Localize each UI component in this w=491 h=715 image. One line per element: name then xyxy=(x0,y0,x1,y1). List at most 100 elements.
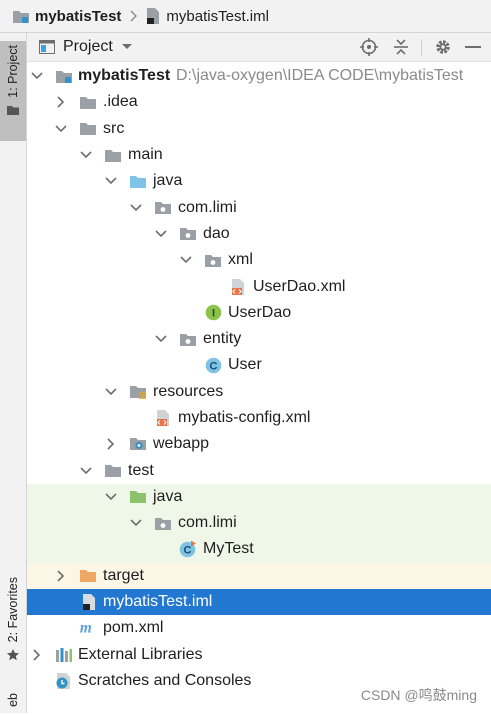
web-tool-tab[interactable]: eb xyxy=(0,693,26,715)
interface-icon: I xyxy=(204,304,222,322)
tree-item-test[interactable]: test xyxy=(27,457,491,483)
chevron-down-icon[interactable] xyxy=(180,254,192,266)
locate-icon[interactable] xyxy=(355,33,383,61)
favorites-tool-tab-label: 2: Favorites xyxy=(6,577,20,643)
module-folder-icon xyxy=(13,11,29,23)
breadcrumb-project[interactable]: mybatisTest xyxy=(0,0,121,32)
tree-item-java-main[interactable]: java xyxy=(27,168,491,194)
tree-item-idea[interactable]: .idea xyxy=(27,89,491,115)
tree-item-label: mybatisTest.iml xyxy=(103,593,213,611)
csdn-watermark: CSDN @鸣鼓ming xyxy=(360,687,477,703)
tree-item-mybatistest[interactable]: mybatisTest D:\java-oxygen\IDEA CODE\myb… xyxy=(27,63,491,89)
breadcrumb-project-label: mybatisTest xyxy=(35,7,122,25)
chevron-down-icon[interactable] xyxy=(130,517,142,529)
tree-item-main[interactable]: main xyxy=(27,142,491,168)
chevron-right-icon[interactable] xyxy=(55,96,67,109)
package-icon xyxy=(204,251,222,269)
tree-item-pom-xml[interactable]: m pom.xml xyxy=(27,615,491,641)
libraries-icon xyxy=(55,646,73,664)
web-tool-tab-label: eb xyxy=(6,693,20,707)
tree-item-user[interactable]: C User xyxy=(27,352,491,378)
header-divider xyxy=(421,39,422,56)
tree-item-label: UserDao.xml xyxy=(253,277,346,295)
svg-text:C: C xyxy=(209,361,217,373)
svg-text:m: m xyxy=(80,620,92,636)
tree-item-label: webapp xyxy=(153,435,210,453)
module-folder-icon xyxy=(55,67,73,85)
tree-item-userdao-xml[interactable]: UserDao.xml xyxy=(27,273,491,299)
iml-file-icon xyxy=(80,593,98,611)
source-root-folder-icon xyxy=(129,172,147,190)
tree-item-label: mybatisTest xyxy=(78,67,171,85)
tree-item-src[interactable]: src xyxy=(27,116,491,142)
tree-item-label: entity xyxy=(203,330,242,348)
tree-item-mytest[interactable]: C MyTest xyxy=(27,536,491,563)
resources-folder-icon xyxy=(129,383,147,401)
breadcrumb-file[interactable]: mybatisTest.iml xyxy=(141,0,269,32)
tree-item-label: target xyxy=(103,566,144,584)
tree-item-com-limi-test[interactable]: com.limi xyxy=(27,510,491,537)
tree-item-label: src xyxy=(103,119,125,137)
tree-item-java-test[interactable]: java xyxy=(27,483,491,511)
breadcrumb: mybatisTest mybatisTest.iml xyxy=(0,0,491,33)
tree-item-resources[interactable]: resources xyxy=(27,379,491,405)
scratches-icon xyxy=(55,672,73,690)
chevron-right-icon[interactable] xyxy=(105,438,117,450)
tree-item-mybatis-config-xml[interactable]: mybatis-config.xml xyxy=(27,405,491,431)
tree-item-label: UserDao xyxy=(228,303,292,321)
tree-item-label: mybatis-config.xml xyxy=(178,409,311,426)
chevron-down-icon[interactable] xyxy=(31,70,43,82)
hide-icon[interactable] xyxy=(459,33,487,61)
project-tool-tab-label: 1: Project xyxy=(6,45,20,98)
iml-file-icon xyxy=(147,8,160,24)
chevron-down-icon[interactable] xyxy=(80,149,92,161)
chevron-right-icon[interactable] xyxy=(55,570,67,582)
class-icon: C xyxy=(204,356,222,374)
chevron-down-icon[interactable] xyxy=(105,491,117,503)
project-window-icon xyxy=(39,40,55,54)
tree-item-dao[interactable]: dao xyxy=(27,221,491,247)
folder-icon xyxy=(79,120,97,138)
tree-item-com-limi[interactable]: com.limi xyxy=(27,194,491,220)
chevron-down-icon[interactable] xyxy=(155,228,167,240)
tree-item-entity[interactable]: entity xyxy=(27,326,491,352)
left-tool-stripe: 1: Project 2: Favorites eb xyxy=(0,33,27,713)
tree-item-xml[interactable]: xml xyxy=(27,247,491,273)
chevron-down-icon[interactable] xyxy=(105,386,117,398)
folder-icon xyxy=(79,93,97,111)
tree-item-label: dao xyxy=(203,224,230,242)
settings-icon[interactable] xyxy=(429,33,457,61)
chevron-down-icon[interactable] xyxy=(155,333,167,345)
tree-item-label: External Libraries xyxy=(78,645,203,663)
chevron-right-icon[interactable] xyxy=(31,649,43,661)
web-folder-icon xyxy=(129,435,147,453)
favorites-tool-tab[interactable]: 2: Favorites xyxy=(0,577,26,677)
tree-item-label: resources xyxy=(153,382,224,400)
tree-item-label: xml xyxy=(228,251,253,269)
chevron-down-icon[interactable] xyxy=(105,175,117,187)
project-panel-title: Project xyxy=(63,38,113,55)
tree-item-mybatistest-iml[interactable]: mybatisTest.iml xyxy=(27,588,491,616)
tree-item-target[interactable]: target xyxy=(27,562,491,589)
tree-item-label: .idea xyxy=(103,93,138,111)
chevron-down-icon[interactable] xyxy=(130,202,142,214)
tree-item-webapp[interactable]: webapp xyxy=(27,431,491,457)
project-tool-tab[interactable]: 1: Project xyxy=(0,41,26,141)
tree-item-label: java xyxy=(153,487,183,505)
tree-item-label: User xyxy=(228,356,262,374)
chevron-down-icon[interactable] xyxy=(55,123,67,135)
tree-item-label: test xyxy=(128,461,154,479)
chevron-down-icon[interactable] xyxy=(80,465,92,477)
folder-icon xyxy=(104,146,122,164)
folder-icon xyxy=(104,462,122,480)
folder-icon xyxy=(7,105,19,115)
svg-text:C: C xyxy=(184,545,192,557)
project-view-selector[interactable]: Project xyxy=(39,38,133,56)
package-icon xyxy=(154,514,172,532)
collapse-all-icon[interactable] xyxy=(387,33,415,61)
tree-item-external-libraries[interactable]: External Libraries xyxy=(27,642,491,668)
tree-item-userdao[interactable]: I UserDao xyxy=(27,300,491,326)
excluded-folder-icon xyxy=(79,567,97,585)
project-panel-header: Project xyxy=(27,33,491,62)
maven-icon: m xyxy=(79,619,97,637)
